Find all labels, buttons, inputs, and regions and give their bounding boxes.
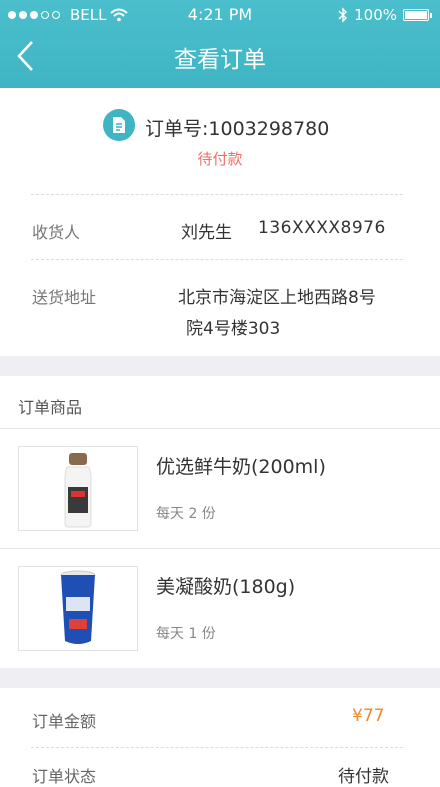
product-qty: 每天 2 份	[156, 506, 216, 522]
status-right: 100%	[338, 6, 432, 24]
receiver-name: 刘先生	[181, 223, 232, 243]
order-number: 订单号:1003298780	[145, 118, 330, 140]
status-value: 待付款	[338, 767, 389, 787]
bluetooth-icon	[338, 7, 348, 23]
product-image-yogurt[interactable]	[18, 566, 138, 651]
product-image-milk[interactable]	[18, 446, 138, 531]
page-title: 查看订单	[174, 47, 266, 73]
divider	[0, 428, 440, 429]
amount-value: ¥77	[352, 706, 385, 726]
section-gap	[0, 668, 440, 688]
amount-label: 订单金额	[32, 712, 97, 731]
products-title: 订单商品	[18, 398, 83, 417]
receiver-phone: 136XXXX8976	[258, 218, 386, 238]
product-qty: 每天 1 份	[156, 626, 216, 642]
divider	[31, 194, 403, 195]
status-bar: BELL 4:21 PM 100%	[0, 0, 440, 30]
address-line2: 院4号楼303	[186, 319, 281, 339]
app-header: BELL 4:21 PM 100% 查看订单	[0, 0, 440, 88]
battery-icon	[403, 9, 429, 21]
address-line1: 北京市海淀区上地西路8号	[178, 288, 376, 308]
battery-label: 100%	[354, 6, 397, 24]
receiver-label: 收货人	[32, 223, 81, 242]
address-label: 送货地址	[32, 288, 97, 307]
divider	[0, 548, 440, 549]
battery-tip	[430, 12, 432, 18]
divider	[31, 259, 403, 260]
product-name: 优选鲜牛奶(200ml)	[156, 456, 326, 478]
product-name: 美凝酸奶(180g)	[156, 576, 296, 598]
status-label: 订单状态	[32, 767, 97, 786]
order-status: 待付款	[197, 150, 243, 168]
order-doc-icon	[103, 109, 135, 141]
section-gap	[0, 356, 440, 376]
divider	[31, 747, 403, 748]
